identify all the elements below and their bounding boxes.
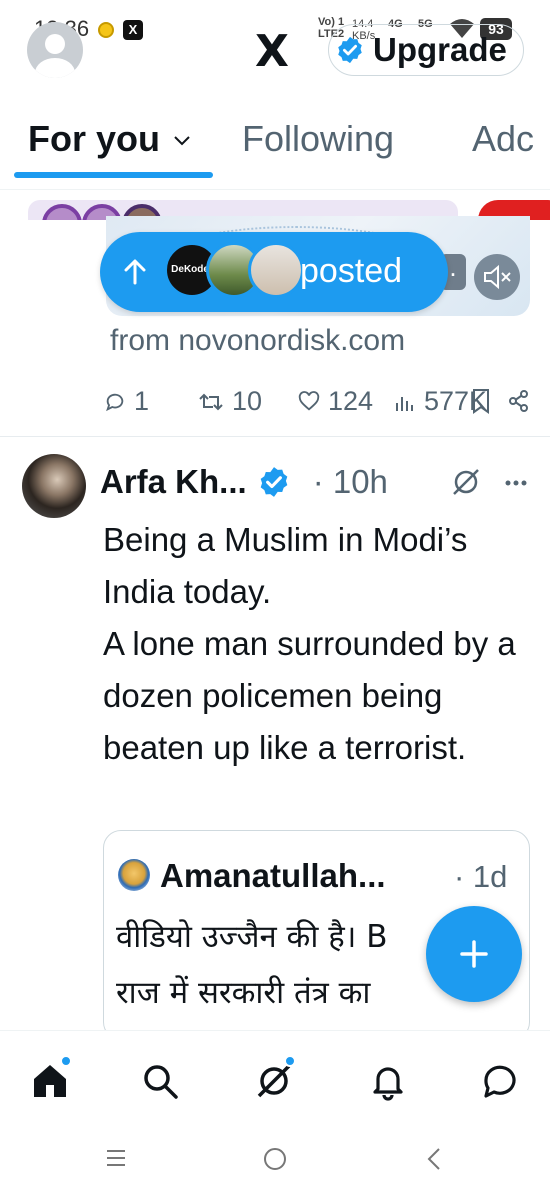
plus-icon: [460, 940, 488, 968]
tab-additional[interactable]: Adc: [472, 118, 534, 160]
heart-icon: [298, 390, 320, 411]
repost-button[interactable]: 10: [198, 386, 262, 417]
reply-count: 1: [134, 386, 150, 416]
repost-count: 10: [232, 386, 263, 416]
active-tab-indicator: [14, 172, 213, 178]
repost-icon: [199, 393, 223, 410]
upgrade-button[interactable]: Upgrade: [328, 24, 524, 76]
tab-for-you[interactable]: For you: [28, 118, 160, 160]
search-icon[interactable]: [140, 1061, 180, 1101]
like-count: 124: [328, 386, 374, 416]
views-icon: [396, 396, 413, 411]
back-icon[interactable]: [424, 1146, 444, 1172]
profile-avatar-button[interactable]: [27, 22, 83, 78]
verified-badge-icon: [260, 467, 288, 497]
quote-author-name: Amanatullah...: [160, 857, 386, 894]
quote-author-avatar: [118, 859, 150, 891]
new-posts-pill[interactable]: DeKoder posted: [100, 232, 448, 312]
recent-apps-icon[interactable]: [104, 1146, 128, 1170]
tweet-text: Being a Muslim in Modi’s India today. A …: [103, 521, 516, 766]
new-posts-label: posted: [300, 252, 403, 290]
tweet-timestamp: · 10h: [312, 463, 388, 500]
post-divider: [0, 436, 550, 437]
author-avatar[interactable]: [22, 454, 86, 518]
grok-nav-icon[interactable]: [254, 1061, 294, 1101]
system-navigation: [0, 1126, 550, 1199]
tab-following[interactable]: Following: [242, 118, 394, 160]
bottom-navigation: [0, 1030, 550, 1125]
more-options-icon[interactable]: [505, 480, 527, 486]
messages-icon[interactable]: [480, 1061, 520, 1101]
compose-button[interactable]: [426, 906, 522, 1002]
grok-notification-dot: [284, 1055, 296, 1067]
reply-button[interactable]: 1: [104, 386, 149, 417]
quote-timestamp: · 1d: [454, 859, 508, 894]
upgrade-label: Upgrade: [373, 31, 507, 68]
ad-action-bar: 1 10 124 577K: [0, 386, 550, 416]
x-notification-icon: X: [123, 20, 143, 40]
grok-icon[interactable]: [450, 466, 482, 498]
author-name[interactable]: Arfa Kh...: [100, 463, 247, 501]
verified-badge-icon: [338, 36, 362, 64]
share-icon[interactable]: [508, 389, 530, 413]
tweet-header: Arfa Kh... · 10h: [100, 460, 388, 504]
notification-app-icon: [98, 22, 114, 38]
home-icon[interactable]: [30, 1061, 70, 1101]
like-button[interactable]: 124: [298, 386, 373, 417]
ad-source-link[interactable]: from novonordisk.com: [110, 324, 405, 358]
reply-icon: [106, 393, 124, 411]
bell-icon[interactable]: [368, 1061, 408, 1101]
home-system-icon[interactable]: [262, 1146, 288, 1172]
speaker-muted-icon: [484, 264, 511, 290]
mute-button[interactable]: [474, 254, 520, 300]
chevron-down-icon[interactable]: [172, 134, 192, 148]
pill-avatar-3: [248, 242, 304, 298]
x-logo: X: [255, 26, 289, 77]
bookmark-icon[interactable]: [470, 388, 492, 414]
home-notification-dot: [60, 1055, 72, 1067]
arrow-up-icon: [124, 259, 146, 285]
